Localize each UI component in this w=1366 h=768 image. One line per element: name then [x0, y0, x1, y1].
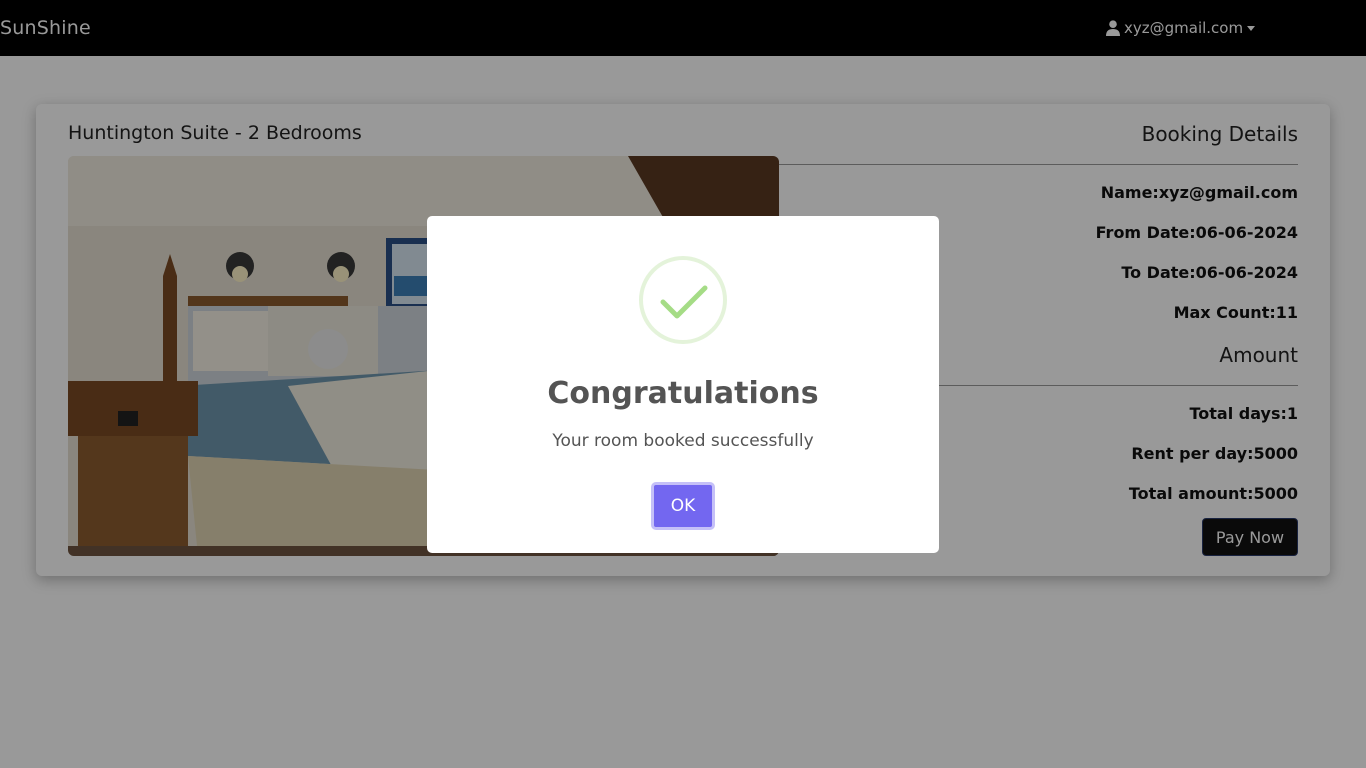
ok-button[interactable]: OK — [651, 482, 715, 530]
success-check-icon — [639, 256, 727, 344]
dialog-message: Your room booked successfully — [552, 431, 814, 451]
dialog-title: Congratulations — [547, 376, 819, 411]
success-dialog: Congratulations Your room booked success… — [427, 216, 939, 553]
